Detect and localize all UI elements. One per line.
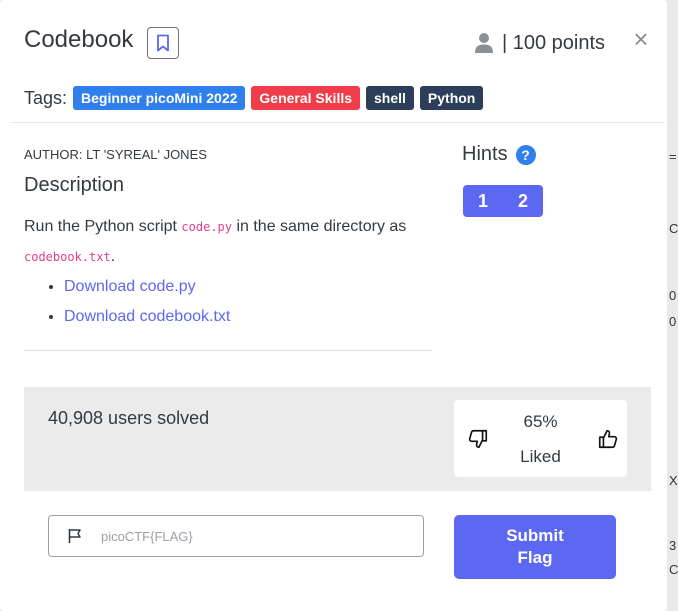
tags-row: Tags: Beginner picoMini 2022 General Ski…	[24, 86, 489, 110]
background-text: =	[669, 150, 677, 163]
close-icon: ×	[633, 24, 649, 54]
background-text: C	[669, 222, 678, 235]
author-line: AUTHOR: LT 'SYREAL' JONES	[24, 147, 207, 162]
flag-input[interactable]	[99, 516, 403, 556]
tag-shell[interactable]: shell	[366, 86, 414, 110]
challenge-title: Codebook	[24, 26, 134, 53]
background-text: X	[669, 474, 678, 487]
help-icon[interactable]: ?	[515, 144, 536, 165]
description-text: Run the Python script code.py in the sam…	[24, 212, 434, 272]
challenge-modal: Codebook | 100 points × Tags: Beginner p…	[0, 0, 667, 611]
submit-label-line: Flag	[517, 548, 553, 567]
submit-flag-button[interactable]: Submit Flag	[454, 515, 616, 579]
background-text: 0	[669, 315, 677, 328]
hints-heading: Hints ?	[462, 143, 536, 166]
points-display: | 100 points	[474, 30, 605, 56]
bookmark-icon	[157, 34, 169, 52]
flag-field	[48, 515, 424, 557]
liked-label: Liked	[520, 447, 561, 466]
download-codebook-link[interactable]: Download codebook.txt	[64, 308, 230, 325]
thumbs-up-icon[interactable]	[597, 428, 619, 450]
description-heading: Description	[24, 174, 125, 196]
list-item: Download code.py	[64, 272, 230, 302]
description-text-part: Run the Python script	[24, 218, 182, 235]
background-text: C	[669, 563, 678, 576]
background-text: 3	[669, 539, 677, 552]
flag-icon	[68, 529, 81, 543]
tags-label: Tags:	[24, 87, 68, 108]
code-filename: codebook.txt	[24, 250, 111, 264]
list-item: Download codebook.txt	[64, 302, 230, 332]
hint-button-1[interactable]: 1	[463, 185, 503, 217]
download-links: Download code.py Download codebook.txt	[24, 272, 230, 332]
tag-beginner-picomini[interactable]: Beginner picoMini 2022	[73, 86, 246, 110]
background-text: 0	[669, 289, 677, 302]
description-text-part: .	[110, 248, 116, 265]
points-label: | 100 points	[502, 31, 606, 54]
tag-general-skills[interactable]: General Skills	[251, 86, 361, 110]
solved-count: 40,908 users solved	[48, 408, 210, 428]
submit-label-line: Submit	[506, 526, 564, 545]
description-divider	[24, 350, 432, 351]
tag-python[interactable]: Python	[419, 86, 484, 110]
stats-panel: 40,908 users solved 65% Liked	[24, 387, 651, 491]
hints-label: Hints	[462, 143, 508, 165]
bookmark-button[interactable]	[147, 27, 179, 59]
header-divider	[10, 122, 665, 123]
hint-buttons: 1 2	[463, 185, 543, 217]
close-button[interactable]: ×	[630, 24, 652, 54]
like-card: 65% Liked	[454, 400, 627, 477]
description-text-part: in the same directory as	[232, 218, 407, 235]
user-icon	[475, 33, 493, 53]
hint-button-2[interactable]: 2	[503, 185, 543, 217]
download-code-link[interactable]: Download code.py	[64, 278, 196, 295]
submit-label: Submit Flag	[506, 525, 564, 569]
code-filename: code.py	[181, 220, 232, 234]
